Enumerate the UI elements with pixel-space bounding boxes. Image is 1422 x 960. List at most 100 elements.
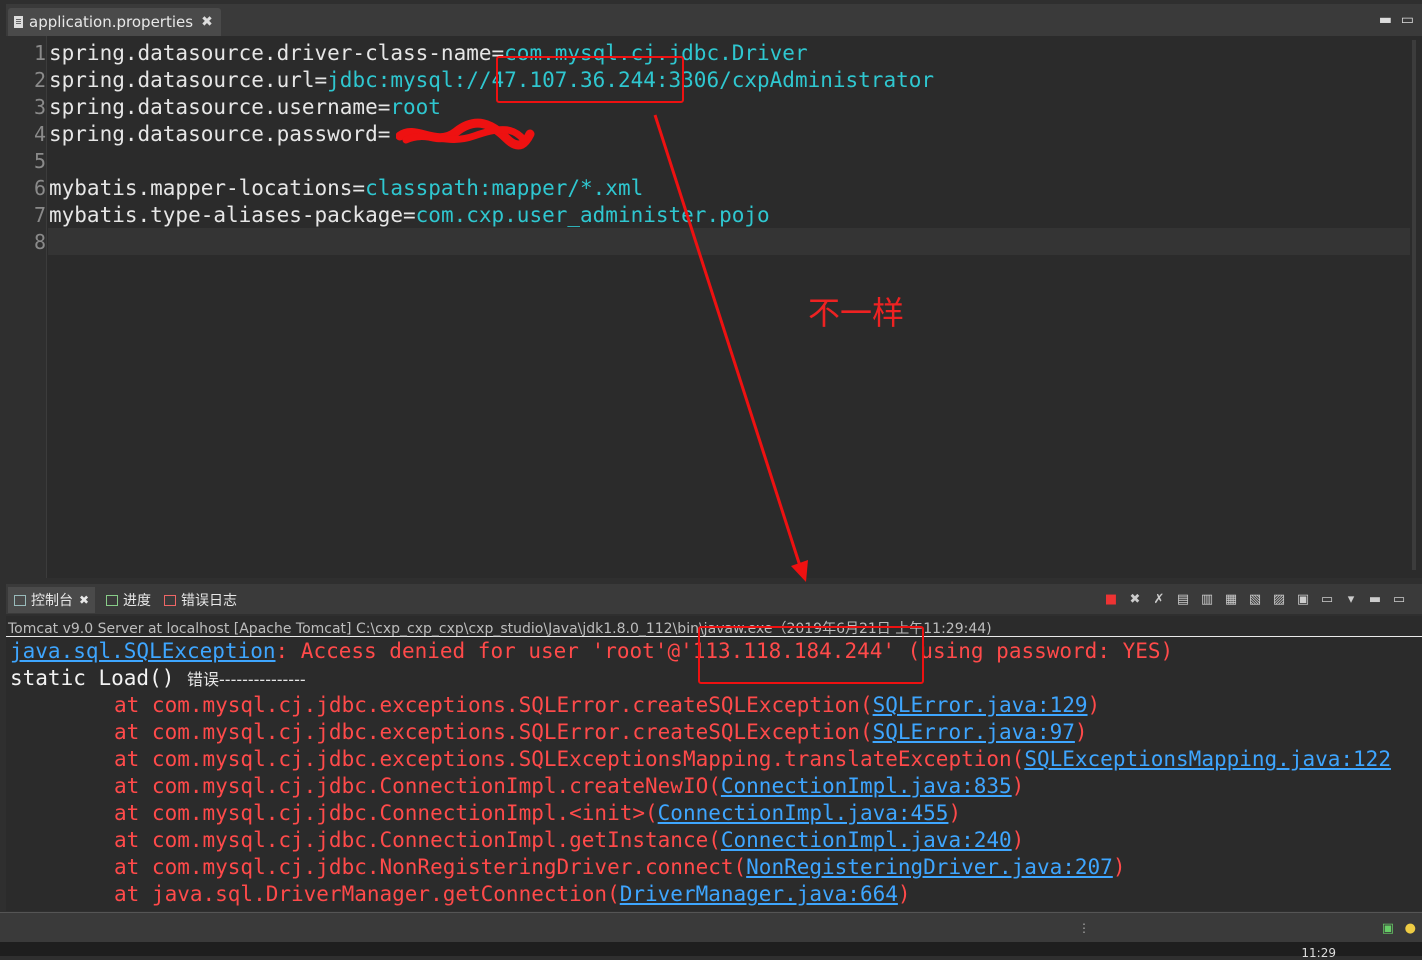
code-editor[interactable]: 1 2 3 4 5 6 7 8 spring.datasource.driver… bbox=[6, 36, 1422, 578]
stack-link[interactable]: SQLError.java:129 bbox=[873, 693, 1088, 717]
annotation-label: 不一样 bbox=[808, 294, 905, 332]
property-value: classpath:mapper/*.xml bbox=[365, 176, 644, 200]
code-line[interactable]: spring.datasource.password= bbox=[49, 121, 390, 148]
line-number: 7 bbox=[33, 203, 46, 227]
stack-method: at com.mysql.cj.jdbc.exceptions.SQLExcep… bbox=[114, 747, 1025, 771]
stack-frame: at com.mysql.cj.jdbc.ConnectionImpl.crea… bbox=[114, 773, 1024, 800]
clock: 11:29 bbox=[1301, 946, 1336, 960]
scroll-lock-icon[interactable]: ▥ bbox=[1198, 590, 1216, 608]
stack-method: at com.mysql.cj.jdbc.ConnectionImpl.crea… bbox=[114, 774, 721, 798]
line-number: 3 bbox=[33, 95, 46, 119]
open-console-icon[interactable]: ▾ bbox=[1342, 590, 1360, 608]
stack-frame: at com.mysql.cj.jdbc.NonRegisteringDrive… bbox=[114, 854, 1125, 881]
stack-method: at com.mysql.cj.jdbc.exceptions.SQLError… bbox=[114, 720, 873, 744]
lightbulb-icon[interactable]: ● bbox=[1405, 921, 1416, 936]
editor-tab-bar: application.properties ✖ ▬ ▭ bbox=[6, 4, 1422, 36]
static-load-code: static Load() bbox=[10, 666, 188, 690]
tab-label: 控制台 bbox=[31, 593, 73, 609]
line-number-gutter: 1 2 3 4 5 6 7 8 bbox=[6, 36, 47, 578]
tab-label: 进度 bbox=[123, 593, 151, 609]
status-separator-icon: ⋮ bbox=[1078, 921, 1090, 935]
tab-error-log[interactable]: 错误日志 bbox=[164, 587, 237, 613]
stack-method: at com.mysql.cj.jdbc.ConnectionImpl.getI… bbox=[114, 828, 721, 852]
taskbar: 11:29 bbox=[0, 942, 1422, 960]
file-icon bbox=[14, 16, 23, 28]
minimize-icon[interactable]: ▬ bbox=[1366, 590, 1384, 608]
property-key: spring.datasource.password= bbox=[49, 122, 391, 146]
stack-tail: ) bbox=[948, 801, 962, 825]
property-value: com.cxp.user_administer.pojo bbox=[415, 203, 770, 227]
stack-link[interactable]: SQLError.java:97 bbox=[873, 720, 1075, 744]
code-line[interactable]: spring.datasource.driver-class-name=com.… bbox=[49, 40, 808, 67]
property-key: spring.datasource.url= bbox=[49, 68, 328, 92]
maximize-icon[interactable]: ▭ bbox=[1401, 12, 1414, 28]
exception-link[interactable]: java.sql.SQLException bbox=[10, 639, 276, 663]
static-load-line: static Load() 错误--------------- bbox=[10, 665, 306, 693]
property-key: spring.datasource.username= bbox=[49, 95, 391, 119]
show-stderr-icon[interactable]: ▨ bbox=[1270, 590, 1288, 608]
pin-console-icon[interactable]: ▣ bbox=[1294, 590, 1312, 608]
stack-method: at com.mysql.cj.jdbc.NonRegisteringDrive… bbox=[114, 855, 747, 879]
stack-link[interactable]: ConnectionImpl.java:240 bbox=[721, 828, 1012, 852]
code-line[interactable]: mybatis.mapper-locations=classpath:mappe… bbox=[49, 175, 643, 202]
stack-tail: ) bbox=[1087, 693, 1101, 717]
remove-launch-icon[interactable]: ✖ bbox=[1126, 590, 1144, 608]
property-key: mybatis.type-aliases-package= bbox=[49, 203, 416, 227]
display-console-icon[interactable]: ▭ bbox=[1318, 590, 1336, 608]
code-line[interactable]: spring.datasource.username=root bbox=[49, 94, 441, 121]
stack-frame: at com.mysql.cj.jdbc.exceptions.SQLError… bbox=[114, 692, 1100, 719]
stack-link[interactable]: ConnectionImpl.java:455 bbox=[658, 801, 949, 825]
line-number: 8 bbox=[33, 230, 46, 254]
stack-link[interactable]: NonRegisteringDriver.java:207 bbox=[746, 855, 1113, 879]
property-value: root bbox=[390, 95, 441, 119]
code-line[interactable]: spring.datasource.url=jdbc:mysql://47.10… bbox=[49, 67, 934, 94]
highlight-box-error-ip bbox=[698, 626, 924, 684]
tab-progress[interactable]: 进度 bbox=[106, 587, 151, 613]
stack-tail: ) bbox=[1074, 720, 1088, 744]
status-update-icon[interactable]: ▣ bbox=[1382, 921, 1394, 936]
highlight-box-config-ip bbox=[496, 56, 684, 103]
redaction-scribble bbox=[396, 118, 535, 150]
status-bar: ⋮ ▣ ● bbox=[0, 912, 1422, 943]
tab-label: application.properties bbox=[29, 13, 194, 31]
stack-tail: ) bbox=[1011, 774, 1025, 798]
progress-icon bbox=[106, 594, 118, 606]
close-icon[interactable]: ✖ bbox=[79, 593, 89, 607]
editor-scrollbar[interactable] bbox=[1412, 40, 1416, 570]
console-toolbar: ■ ✖ ✗ ▤ ▥ ▦ ▧ ▨ ▣ ▭ ▾ ▬ ▭ bbox=[1102, 588, 1408, 610]
exception-line: java.sql.SQLException: Access denied for… bbox=[10, 638, 1173, 665]
line-number: 2 bbox=[33, 68, 46, 92]
stack-tail: ) bbox=[1112, 855, 1126, 879]
close-icon[interactable]: ✖ bbox=[201, 14, 213, 30]
stack-method: at com.mysql.cj.jdbc.ConnectionImpl.<ini… bbox=[114, 801, 658, 825]
static-load-text: 错误--------------- bbox=[187, 670, 306, 689]
stack-tail: ) bbox=[897, 882, 911, 906]
tab-application-properties[interactable]: application.properties ✖ bbox=[8, 8, 221, 36]
word-wrap-icon[interactable]: ▦ bbox=[1222, 590, 1240, 608]
stack-link[interactable]: SQLExceptionsMapping.java:122 bbox=[1024, 747, 1391, 771]
stack-frame: at com.mysql.cj.jdbc.ConnectionImpl.getI… bbox=[114, 827, 1024, 854]
show-stdout-icon[interactable]: ▧ bbox=[1246, 590, 1264, 608]
error-log-icon bbox=[164, 594, 176, 606]
stack-link[interactable]: DriverManager.java:664 bbox=[620, 882, 898, 906]
tab-console[interactable]: 控制台 ✖ bbox=[8, 587, 96, 613]
remove-all-icon[interactable]: ✗ bbox=[1150, 590, 1168, 608]
stack-frame: at com.mysql.cj.jdbc.exceptions.SQLExcep… bbox=[114, 746, 1391, 773]
stack-method: at java.sql.DriverManager.getConnection( bbox=[114, 882, 620, 906]
line-number: 6 bbox=[33, 176, 46, 200]
code-line[interactable]: mybatis.type-aliases-package=com.cxp.use… bbox=[49, 202, 770, 229]
stack-frame: at com.mysql.cj.jdbc.ConnectionImpl.<ini… bbox=[114, 800, 961, 827]
stack-link[interactable]: ConnectionImpl.java:835 bbox=[721, 774, 1012, 798]
console-icon bbox=[14, 594, 26, 606]
maximize-icon[interactable]: ▭ bbox=[1390, 590, 1408, 608]
line-number: 5 bbox=[33, 149, 46, 173]
property-key: mybatis.mapper-locations= bbox=[49, 176, 366, 200]
terminate-icon[interactable]: ■ bbox=[1102, 590, 1120, 608]
stack-tail: ) bbox=[1011, 828, 1025, 852]
stack-method: at com.mysql.cj.jdbc.exceptions.SQLError… bbox=[114, 693, 873, 717]
minimize-icon[interactable]: ▬ bbox=[1379, 12, 1392, 28]
stack-frame: at com.mysql.cj.jdbc.exceptions.SQLError… bbox=[114, 719, 1088, 746]
clear-console-icon[interactable]: ▤ bbox=[1174, 590, 1192, 608]
property-key: spring.datasource.driver-class-name= bbox=[49, 41, 505, 65]
stack-frame: at java.sql.DriverManager.getConnection(… bbox=[114, 881, 911, 908]
